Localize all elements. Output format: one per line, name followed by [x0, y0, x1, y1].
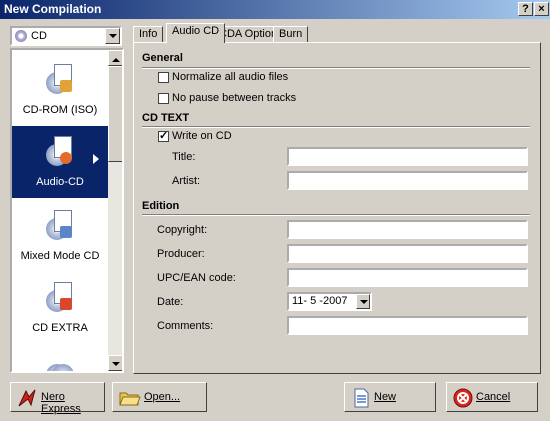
- chevron-down-icon[interactable]: [105, 28, 120, 44]
- nero-express-label: Nero Express: [41, 391, 81, 415]
- title-bar: New Compilation ? ×: [0, 0, 550, 19]
- audio-cd-icon: [46, 136, 74, 168]
- list-item-audio-cd[interactable]: Audio-CD: [12, 126, 108, 198]
- more-cd-icon: [46, 356, 74, 371]
- cancel-button[interactable]: Cancel: [446, 382, 538, 412]
- help-button[interactable]: ?: [518, 2, 533, 16]
- mixed-mode-cd-icon: [46, 210, 74, 242]
- tab-audio-cd[interactable]: Audio CD: [166, 23, 226, 43]
- scroll-up-button[interactable]: [108, 50, 122, 66]
- list-item-label: CD-ROM (ISO): [22, 104, 98, 116]
- tab-burn[interactable]: Burn: [273, 26, 309, 42]
- tab-info[interactable]: Info: [133, 26, 164, 42]
- cd-extra-icon: [46, 282, 74, 314]
- new-button[interactable]: New: [344, 382, 436, 412]
- new-label: New: [374, 391, 397, 403]
- media-type-dropdown[interactable]: CD: [10, 26, 122, 46]
- open-button[interactable]: Open...: [112, 382, 207, 412]
- cancel-icon: [453, 388, 473, 408]
- folder-open-icon: [119, 388, 141, 408]
- close-button[interactable]: ×: [534, 2, 549, 16]
- list-item-label: CD EXTRA: [32, 322, 88, 334]
- tab-panel: [133, 42, 541, 374]
- list-item-cd-extra[interactable]: CD EXTRA: [12, 272, 108, 344]
- new-compilation-window: New Compilation ? × CD CD-ROM (ISO) Audi…: [0, 0, 550, 421]
- list-item-mixed-mode-cd[interactable]: Mixed Mode CD: [12, 200, 108, 272]
- selected-arrow-icon: [93, 154, 104, 164]
- list-item-cdrom-iso[interactable]: CD-ROM (ISO): [12, 54, 108, 126]
- cancel-label: Cancel: [476, 391, 511, 403]
- window-title: New Compilation: [4, 2, 102, 16]
- cd-icon: [15, 30, 27, 42]
- cdrom-iso-icon: [46, 64, 74, 96]
- scroll-thumb[interactable]: [108, 66, 122, 162]
- nero-express-icon: [17, 388, 37, 408]
- list-item-label: Mixed Mode CD: [20, 250, 100, 262]
- compilation-type-list: CD-ROM (ISO) Audio-CD Mixed Mode CD CD E…: [10, 48, 124, 373]
- open-label: Open...: [144, 391, 181, 403]
- media-type-value: CD: [31, 30, 47, 42]
- list-item-label: Audio-CD: [36, 176, 84, 188]
- scroll-down-button[interactable]: [108, 355, 122, 371]
- list-scrollbar[interactable]: [108, 50, 122, 371]
- nero-express-button[interactable]: Nero Express: [10, 382, 105, 415]
- new-document-icon: [351, 388, 371, 408]
- list-item-more[interactable]: [12, 346, 108, 371]
